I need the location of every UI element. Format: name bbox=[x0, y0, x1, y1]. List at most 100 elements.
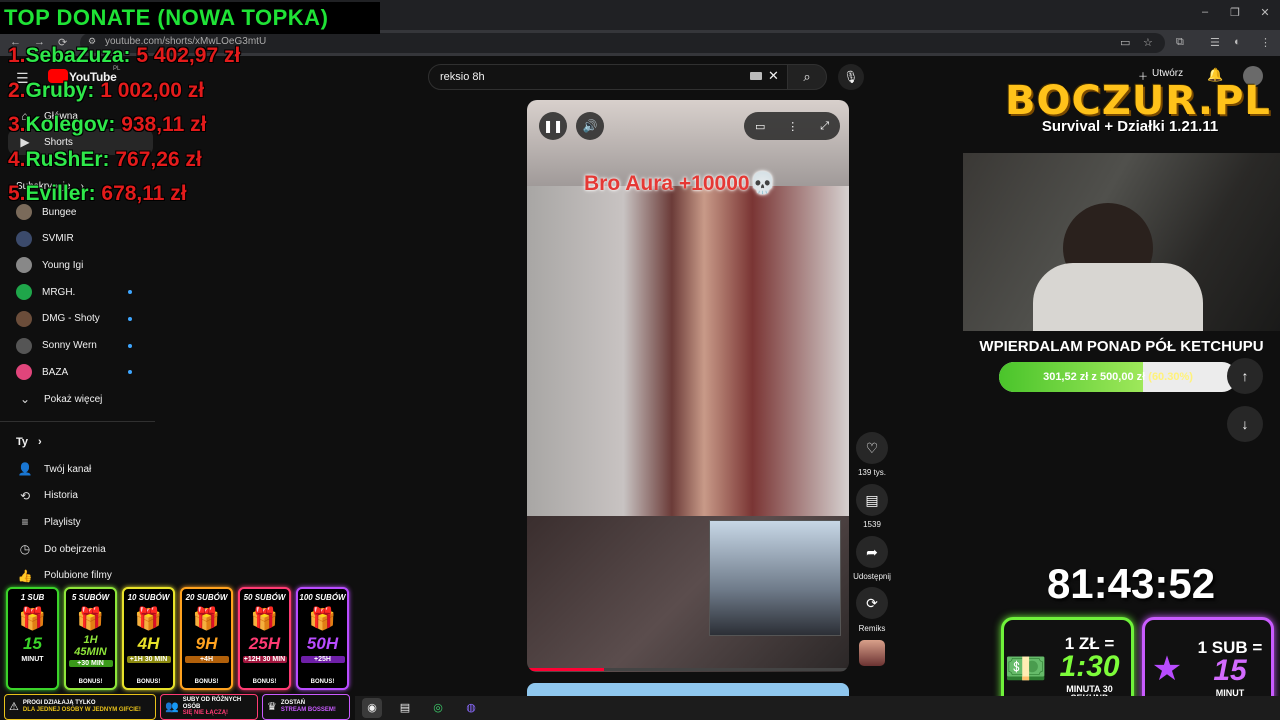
webcam-person-shirt bbox=[1033, 263, 1203, 331]
warning-icon: ⚠ bbox=[9, 700, 19, 713]
video-frame[interactable] bbox=[527, 186, 849, 516]
sub-card-note: MINUT bbox=[21, 656, 44, 663]
sub-card-head: 50 SUBÓW bbox=[243, 593, 286, 602]
chevron-down-icon: ⌄ bbox=[19, 392, 31, 406]
sidebar-subscription-item[interactable]: BAZA bbox=[16, 362, 166, 382]
chevron-right-icon: › bbox=[38, 436, 42, 448]
extensions-icon[interactable]: ⧉ bbox=[1176, 36, 1184, 49]
sidebar-item-channel[interactable]: 👤 Twój kanał bbox=[16, 459, 166, 479]
voice-search-icon[interactable]: 🎙 bbox=[838, 64, 864, 90]
remix-button[interactable]: ⟳ bbox=[856, 587, 888, 619]
sub-card-note: +4H bbox=[184, 656, 229, 663]
browser-menu-icon[interactable]: ⋮ bbox=[1260, 36, 1271, 49]
donation-goal-text: 301,52 zł z 500,00 zł (60.30%) bbox=[999, 362, 1237, 392]
gift-icon: 🎁 bbox=[192, 606, 221, 631]
channel-avatar bbox=[16, 204, 32, 220]
sidebar-item-label: Historia bbox=[44, 490, 78, 502]
channel-name: MRGH. bbox=[42, 286, 76, 298]
search-button[interactable]: ⌕ bbox=[787, 64, 827, 90]
donor-rank: 2. bbox=[8, 78, 26, 102]
rate-zl-value: 1:30 bbox=[1059, 649, 1120, 683]
more-options-icon[interactable]: ⋮ bbox=[787, 120, 798, 133]
close-window-button[interactable]: ✕ bbox=[1250, 6, 1280, 19]
donor-row: 5.Eviller: 678,11 zł bbox=[8, 182, 187, 206]
top-donate-title: TOP DONATE (NOWA TOPKA) bbox=[0, 2, 380, 34]
you-section-header[interactable]: Ty › bbox=[16, 432, 166, 452]
streamer-webcam bbox=[963, 153, 1280, 331]
sidebar-item-like[interactable]: 👍 Polubione filmy bbox=[16, 566, 166, 586]
sub-card-value: 9H bbox=[195, 634, 218, 653]
keyboard-icon[interactable] bbox=[750, 72, 762, 80]
subathon-timer: 81:43:52 bbox=[1046, 560, 1216, 607]
sidebar-item-playlist[interactable]: ≡ Playlisty bbox=[16, 512, 166, 532]
minimize-button[interactable]: – bbox=[1190, 6, 1220, 18]
pause-icon[interactable]: ❚❚ bbox=[539, 112, 567, 140]
maximize-button[interactable]: ❐ bbox=[1220, 6, 1250, 19]
sidebar-subscription-item[interactable]: MRGH. bbox=[16, 282, 166, 302]
sub-card-head: 100 SUBÓW bbox=[299, 593, 346, 602]
sidebar-subscription-item[interactable]: Young Igi bbox=[16, 255, 166, 275]
volume-icon[interactable]: 🔊 bbox=[576, 112, 604, 140]
rate-sub-value: 15 bbox=[1213, 654, 1247, 687]
sub-card-value: 1H 45MIN bbox=[74, 634, 107, 658]
crown-icon: ♛ bbox=[267, 700, 277, 713]
history-icon: ⟲ bbox=[19, 488, 31, 503]
info-banner: ⚠ PROGI DZIAŁAJĄ TYLKO DLA JEDNEJ OSOBY W … bbox=[4, 694, 156, 720]
sub-threshold-card: 10 SUBÓW 🎁 4H +1H 30 MIN BONUS! bbox=[122, 587, 175, 690]
channel-name: Young Igi bbox=[42, 259, 84, 271]
arrow-up-icon: ↑ bbox=[1241, 368, 1249, 384]
sub-card-note: +1H 30 MIN bbox=[126, 656, 171, 663]
sub-card-bonus: BONUS! bbox=[252, 679, 277, 685]
profile-avatar[interactable]: ◐ bbox=[1234, 36, 1241, 48]
sidebar-divider bbox=[0, 421, 155, 422]
clear-search-icon[interactable]: ✕ bbox=[768, 68, 779, 84]
like-button[interactable]: ♡ bbox=[856, 432, 888, 464]
explorer-taskbar-icon[interactable]: ▤ bbox=[395, 698, 415, 718]
arrow-down-icon: ↓ bbox=[1241, 416, 1249, 432]
sidebar-item-history[interactable]: ⟲ Historia bbox=[16, 486, 166, 506]
sidebar-subscription-item[interactable]: DMG - Shoty bbox=[16, 309, 166, 329]
sidebar-item-label: Shorts bbox=[44, 136, 73, 148]
comment-icon: ▤ bbox=[865, 492, 879, 508]
channel-avatar bbox=[16, 310, 32, 327]
sub-card-head: 20 SUBÓW bbox=[185, 593, 228, 602]
sub-card-value: 15 bbox=[23, 634, 42, 653]
donor-name: SebaZuza bbox=[25, 44, 124, 67]
donation-goal-bar: 301,52 zł z 500,00 zł (60.30%) bbox=[999, 362, 1237, 392]
gift-icon: 🎁 bbox=[250, 606, 279, 631]
fullscreen-icon[interactable]: ⤢ bbox=[820, 120, 829, 133]
channel-name: DMG - Shoty bbox=[42, 313, 100, 325]
donor-name: Gruby bbox=[25, 78, 88, 102]
sound-thumbnail[interactable] bbox=[859, 640, 885, 666]
app-taskbar-icon[interactable]: ◎ bbox=[428, 698, 448, 718]
sidebar-item-label: Playlisty bbox=[44, 516, 81, 528]
show-more-button[interactable]: ⌄ Pokaż więcej bbox=[16, 389, 166, 409]
captions-icon[interactable]: ▭ bbox=[755, 120, 765, 133]
sub-card-note: +25H bbox=[300, 656, 345, 663]
donor-amount: 678,11 zł bbox=[101, 182, 187, 205]
donor-name: Kolegov bbox=[25, 113, 109, 136]
previous-short-button[interactable]: ↑ bbox=[1227, 358, 1263, 394]
sidebar-subscription-item[interactable]: SVMIR bbox=[16, 229, 166, 249]
chrome-taskbar-icon[interactable]: ◉ bbox=[362, 698, 382, 718]
tab-search-icon[interactable]: ☰ bbox=[1210, 36, 1220, 49]
banner-line-1: SUBY OD RÓŻNYCH OSÓB bbox=[182, 696, 242, 710]
share-button[interactable]: ➦ bbox=[856, 536, 888, 568]
people-icon: 👥 bbox=[165, 700, 179, 713]
sub-threshold-card: 50 SUBÓW 🎁 25H +12H 30 MIN BONUS! bbox=[238, 587, 291, 690]
sidebar-item-label: Polubione filmy bbox=[44, 570, 112, 582]
sub-threshold-card: 20 SUBÓW 🎁 9H +4H BONUS! bbox=[180, 587, 233, 690]
sidebar-subscription-item[interactable]: Sonny Wern bbox=[16, 336, 166, 356]
sub-threshold-card: 100 SUBÓW 🎁 50H +25H BONUS! bbox=[296, 587, 349, 690]
discord-taskbar-icon[interactable]: ◍ bbox=[461, 698, 481, 718]
banner-line-2: DLA JEDNEJ OSOBY W JEDNYM GIFCIE! bbox=[22, 707, 141, 713]
cast-icon[interactable]: ▭ bbox=[1120, 36, 1130, 49]
comments-button[interactable]: ▤ bbox=[856, 484, 888, 516]
new-content-dot bbox=[128, 343, 132, 348]
bookmark-star-icon[interactable]: ☆ bbox=[1143, 36, 1153, 49]
sidebar-item-clock[interactable]: ◷ Do obejrzenia bbox=[16, 539, 166, 559]
next-short-preview[interactable] bbox=[527, 683, 849, 697]
gift-icon: 🎁 bbox=[18, 606, 47, 631]
banner-line-1: ZOSTAŃ bbox=[280, 700, 306, 707]
next-short-button[interactable]: ↓ bbox=[1227, 406, 1263, 442]
